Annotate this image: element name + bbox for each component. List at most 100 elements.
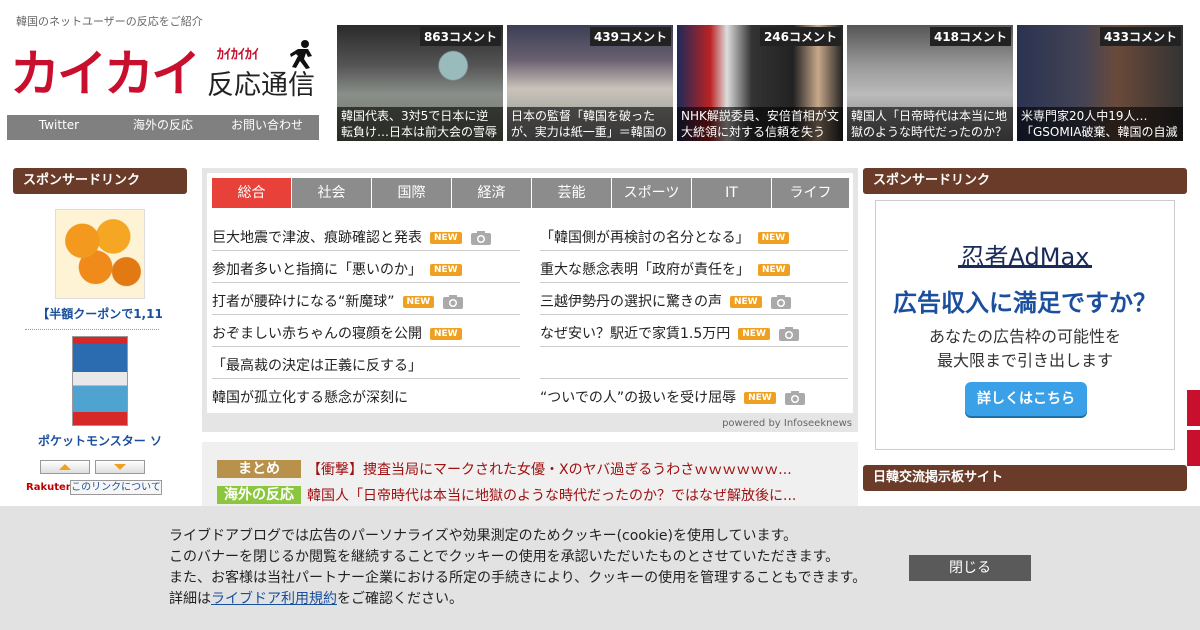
- admax-ad[interactable]: 忍者AdMax 広告収入に満足ですか？ あなたの広告枠の可能性を 最大限まで引き…: [875, 200, 1175, 450]
- new-badge: NEW: [758, 263, 790, 276]
- thumb-article[interactable]: 863コメント 韓国代表、3対5で日本に逆転負け…日本は前大会の雪辱: [337, 25, 503, 141]
- camera-icon: [778, 326, 799, 341]
- news-item[interactable]: おぞましい赤ちゃんの寝顔を公開 NEW: [212, 315, 520, 347]
- about-link-button[interactable]: このリンクについて: [70, 480, 162, 495]
- cookie-line: 詳細はライブドア利用規約をご確認ください。: [169, 589, 866, 610]
- news-headline[interactable]: “ついでの人”の扱いを受け屈辱: [540, 380, 736, 416]
- camera-icon: [443, 294, 464, 309]
- thumb-caption: NHK解説委員、安倍首相が文大統領に対する信頼を失う: [677, 107, 843, 141]
- news-headline[interactable]: 参加者多いと指摘に「悪いのか」: [212, 252, 422, 288]
- feed-link[interactable]: 韓国人「日帝時代は本当に地獄のような時代だったのか？ではなぜ解放後に...: [307, 485, 796, 505]
- arrow-up-icon: [59, 464, 71, 470]
- feed-row[interactable]: 海外の反応 韓国人「日帝時代は本当に地獄のような時代だったのか？ではなぜ解放後に…: [217, 485, 796, 505]
- news-headline[interactable]: 「最高裁の決定は正義に反する」: [212, 348, 422, 384]
- news-widget: 総合 社会 国際 経済 芸能 スポーツ IT ライフ 巨大地震で津波、痕跡確認と…: [202, 168, 858, 432]
- product-item[interactable]: 【半額クーポンで1,11: [13, 209, 187, 322]
- news-item[interactable]: 韓国が孤立化する懸念が深刻に: [212, 379, 520, 411]
- new-badge: NEW: [738, 327, 770, 340]
- thumb-article[interactable]: 439コメント 日本の監督「韓国を破ったが、実力は紙一重」＝韓国の: [507, 25, 673, 141]
- left-sponsor-heading: スポンサードリンク: [13, 168, 187, 194]
- thumb-caption: 米専門家20人中19人…「GSOMIA破棄、韓国の自滅: [1017, 107, 1183, 141]
- news-item[interactable]: 「最高裁の決定は正義に反する」: [212, 347, 520, 379]
- news-column-right: 「韓国側が再検討の名分となる」 NEW 重大な懸念表明「政府が責任を」 NEW …: [540, 219, 848, 411]
- tab-economy[interactable]: 経済: [452, 178, 532, 208]
- header-nav: Twitter 海外の反応 お問い合わせ: [7, 115, 319, 140]
- edge-tab[interactable]: [1187, 390, 1200, 426]
- news-item[interactable]: なぜ安い？駅近で家賃1.5万円 NEW: [540, 315, 848, 347]
- new-badge: NEW: [430, 327, 462, 340]
- news-item[interactable]: 重大な懸念表明「政府が責任を」 NEW: [540, 251, 848, 283]
- nav-overseas-reaction[interactable]: 海外の反応: [111, 115, 215, 140]
- product-title[interactable]: 【半額クーポンで1,11: [13, 305, 187, 322]
- thumb-article[interactable]: 418コメント 韓国人「日帝時代は本当に地獄のような時代だったのか？: [847, 25, 1013, 141]
- scroll-up-button[interactable]: [40, 460, 90, 474]
- thumb-caption: 韓国代表、3対5で日本に逆転負け…日本は前大会の雪辱: [337, 107, 503, 141]
- news-item[interactable]: 三越伊勢丹の選択に驚きの声 NEW: [540, 283, 848, 315]
- news-headline[interactable]: 「韓国側が再検討の名分となる」: [540, 220, 750, 256]
- matome-feed: まとめ 【衝撃】捜査当局にマークされた女優・Xのヤバ過ぎるうわさｗｗｗｗｗｗ..…: [202, 442, 858, 512]
- new-badge: NEW: [744, 392, 776, 404]
- powered-by[interactable]: powered by Infoseeknews: [722, 418, 852, 429]
- tab-general[interactable]: 総合: [212, 178, 292, 208]
- thumb-caption: 韓国人「日帝時代は本当に地獄のような時代だったのか？: [847, 107, 1013, 141]
- news-item[interactable]: 参加者多いと指摘に「悪いのか」 NEW: [212, 251, 520, 283]
- news-column-left: 巨大地震で津波、痕跡確認と発表 NEW 参加者多いと指摘に「悪いのか」 NEW …: [212, 219, 520, 411]
- tab-life[interactable]: ライフ: [772, 178, 850, 208]
- nav-contact[interactable]: お問い合わせ: [215, 115, 319, 140]
- cookie-close-button[interactable]: 閉じる: [909, 555, 1031, 581]
- logo-main-text: カイカイ: [10, 45, 201, 103]
- site-tagline: 韓国のネットユーザーの反応をご紹介: [16, 15, 203, 28]
- news-headline[interactable]: 三越伊勢丹の選択に驚きの声: [540, 284, 722, 320]
- site-logo[interactable]: カイカイ ｶｲｶｲｶｲ 反応通信: [10, 40, 320, 108]
- news-headline[interactable]: 打者が腰砕けになる“新魔球”: [212, 284, 395, 320]
- news-item[interactable]: 巨大地震で津波、痕跡確認と発表 NEW: [212, 219, 520, 251]
- cookie-text-post: をご確認ください。: [337, 591, 463, 607]
- comment-count: 863コメント: [419, 27, 501, 46]
- rakuten-logo[interactable]: Rakuten: [26, 482, 73, 493]
- news-item[interactable]: 「韓国側が再検討の名分となる」 NEW: [540, 219, 848, 251]
- runner-icon: [290, 40, 312, 69]
- scroll-down-button[interactable]: [95, 460, 145, 474]
- tab-society[interactable]: 社会: [292, 178, 372, 208]
- news-headline[interactable]: 重大な懸念表明「政府が責任を」: [540, 252, 750, 288]
- product-title[interactable]: ポケットモンスター ソ: [13, 432, 187, 449]
- comment-count: 433コメント: [1099, 27, 1181, 46]
- logo-sub-text: 反応通信: [207, 70, 315, 101]
- news-item[interactable]: “ついでの人”の扱いを受け屈辱 NEW: [540, 379, 848, 411]
- right-sponsor-heading: スポンサードリンク: [863, 168, 1187, 194]
- nav-twitter[interactable]: Twitter: [7, 115, 111, 140]
- sidebar-divider: [25, 329, 159, 330]
- tab-international[interactable]: 国際: [372, 178, 452, 208]
- terms-link[interactable]: ライブドア利用規約: [211, 591, 337, 607]
- camera-icon: [770, 294, 791, 309]
- news-item-empty: [540, 347, 848, 379]
- cookie-line: ライブドアブログでは広告のパーソナライズや効果測定のためクッキー(cookie)…: [169, 528, 798, 544]
- product-image-oranges: [55, 209, 145, 299]
- ad-subtext: あなたの広告枠の可能性を 最大限まで引き出します: [876, 325, 1174, 373]
- news-headline[interactable]: 巨大地震で津波、痕跡確認と発表: [212, 220, 422, 256]
- tab-sports[interactable]: スポーツ: [612, 178, 692, 208]
- feed-tag: まとめ: [217, 460, 301, 478]
- tab-it[interactable]: IT: [692, 178, 772, 208]
- product-item[interactable]: ポケットモンスター ソ: [13, 336, 187, 449]
- cookie-text-pre: 詳細は: [169, 591, 211, 607]
- tab-entertainment[interactable]: 芸能: [532, 178, 612, 208]
- product-image-game: [72, 336, 128, 426]
- news-headline[interactable]: 韓国が孤立化する懸念が深刻に: [212, 380, 408, 416]
- thumb-article[interactable]: 246コメント NHK解説委員、安倍首相が文大統領に対する信頼を失う: [677, 25, 843, 141]
- news-headline[interactable]: おぞましい赤ちゃんの寝顔を公開: [212, 316, 422, 352]
- new-badge: NEW: [402, 295, 435, 308]
- ad-details-button[interactable]: 詳しくはこちら: [965, 382, 1087, 416]
- feed-row[interactable]: まとめ 【衝撃】捜査当局にマークされた女優・Xのヤバ過ぎるうわさｗｗｗｗｗｗ..…: [217, 459, 792, 479]
- thumb-article[interactable]: 433コメント 米専門家20人中19人…「GSOMIA破棄、韓国の自滅: [1017, 25, 1183, 141]
- new-badge: NEW: [430, 263, 462, 276]
- new-badge: NEW: [757, 231, 790, 244]
- feed-tag: 海外の反応: [217, 486, 301, 504]
- logo-kana-text: ｶｲｶｲｶｲ: [217, 47, 259, 63]
- edge-tab[interactable]: [1187, 430, 1200, 466]
- feed-link[interactable]: 【衝撃】捜査当局にマークされた女優・Xのヤバ過ぎるうわさｗｗｗｗｗｗ...: [307, 459, 792, 479]
- news-item[interactable]: 打者が腰砕けになる“新魔球” NEW: [212, 283, 520, 315]
- comment-count: 439コメント: [589, 27, 671, 46]
- news-headline[interactable]: なぜ安い？駅近で家賃1.5万円: [540, 316, 730, 352]
- new-badge: NEW: [730, 295, 762, 308]
